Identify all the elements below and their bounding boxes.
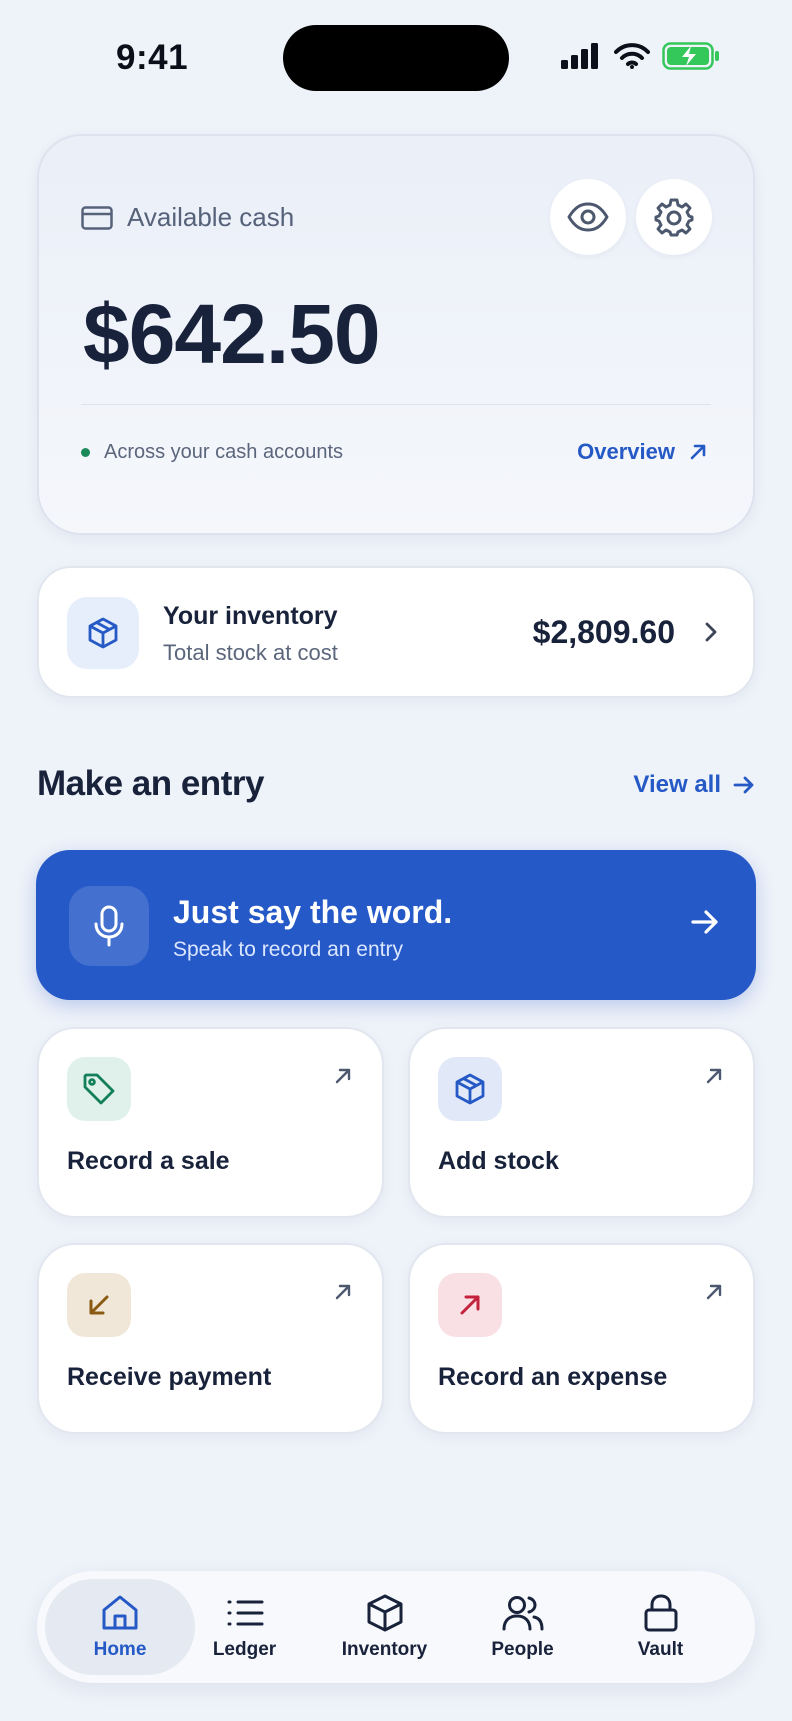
nav-item-inventory[interactable]: Inventory <box>322 1579 447 1675</box>
bottom-nav: Home Ledger Inventory People Vault <box>37 1571 755 1683</box>
mic-icon-box <box>69 886 149 966</box>
tile-label: Receive payment <box>67 1363 272 1391</box>
cash-label: Available cash <box>127 202 295 232</box>
divider <box>81 404 711 405</box>
cash-card: Available cash $642.50 Across your cash … <box>37 134 755 535</box>
chevron-right-icon <box>705 622 717 642</box>
nav-item-home[interactable]: Home <box>45 1579 195 1675</box>
list-icon <box>227 1600 263 1626</box>
tile-icon-box <box>438 1057 502 1121</box>
tag-icon <box>83 1073 115 1105</box>
nav-label: Home <box>93 1639 147 1660</box>
arrow-up-right-icon <box>706 1068 722 1084</box>
inventory-subtitle: Total stock at cost <box>163 640 338 665</box>
status-icons <box>560 42 720 70</box>
view-all-link[interactable]: View all <box>633 771 755 799</box>
view-all-label: View all <box>633 771 721 798</box>
signal-icon <box>561 43 598 69</box>
arrow-up-right-icon <box>706 1284 722 1300</box>
arrow-up-right-icon <box>335 1068 351 1084</box>
inventory-amount: $2,809.60 <box>532 614 675 650</box>
nav-item-vault[interactable]: Vault <box>598 1579 723 1675</box>
nav-label: Inventory <box>341 1639 428 1660</box>
overview-label: Overview <box>577 439 675 464</box>
nav-item-people[interactable]: People <box>460 1579 585 1675</box>
status-time: 9:41 <box>116 38 189 77</box>
wifi-icon <box>614 43 650 69</box>
microphone-icon <box>94 905 124 947</box>
receive-payment-button[interactable]: Receive payment <box>37 1243 384 1434</box>
lock-icon <box>644 1594 677 1632</box>
add-stock-button[interactable]: Add stock <box>408 1027 755 1218</box>
box-icon <box>455 1073 485 1105</box>
cash-footnote: Across your cash accounts <box>81 441 343 464</box>
nav-label: Vault <box>637 1639 684 1660</box>
cash-subtitle: Across your cash accounts <box>104 441 343 463</box>
arrow-up-right-icon <box>460 1295 480 1315</box>
home-screen: 9:41 Available cash $642.50 Across your … <box>0 0 792 1721</box>
tile-icon-box <box>438 1273 502 1337</box>
tile-label: Record a sale <box>67 1147 230 1175</box>
people-icon <box>502 1596 543 1631</box>
arrow-up-right-icon <box>335 1284 351 1300</box>
card-icon <box>81 205 113 230</box>
section-title: Make an entry <box>37 764 264 803</box>
eye-icon <box>567 202 609 232</box>
box-icon <box>367 1594 402 1632</box>
tile-label: Record an expense <box>438 1363 668 1391</box>
arrow-up-right-icon <box>690 444 706 460</box>
record-sale-button[interactable]: Record a sale <box>37 1027 384 1218</box>
voice-title: Just say the word. <box>173 894 453 930</box>
box-icon <box>88 617 118 649</box>
overview-link[interactable]: Overview <box>577 439 707 465</box>
toggle-visibility-button[interactable] <box>550 179 626 255</box>
nav-item-ledger[interactable]: Ledger <box>182 1579 307 1675</box>
record-expense-button[interactable]: Record an expense <box>408 1243 755 1434</box>
settings-button[interactable] <box>636 179 712 255</box>
inventory-title: Your inventory <box>163 602 338 630</box>
tile-label: Add stock <box>438 1147 559 1175</box>
battery-icon <box>662 42 719 70</box>
cash-amount: $642.50 <box>83 287 381 381</box>
arrow-right-icon <box>691 910 718 934</box>
nav-label: People <box>491 1639 554 1660</box>
cash-label-row: Available cash <box>81 202 294 233</box>
status-dot <box>81 448 90 457</box>
inventory-icon-box <box>67 597 139 669</box>
home-icon <box>102 1595 138 1630</box>
gear-icon <box>654 198 694 237</box>
dynamic-island <box>283 25 509 91</box>
tile-icon-box <box>67 1273 131 1337</box>
inventory-card[interactable]: Your inventory Total stock at cost $2,80… <box>37 566 755 698</box>
arrow-down-left-icon <box>89 1295 109 1315</box>
voice-subtitle: Speak to record an entry <box>173 938 403 961</box>
arrow-right-icon <box>733 776 754 794</box>
voice-entry-button[interactable]: Just say the word. Speak to record an en… <box>36 850 756 1000</box>
nav-label: Ledger <box>212 1639 277 1660</box>
tile-icon-box <box>67 1057 131 1121</box>
